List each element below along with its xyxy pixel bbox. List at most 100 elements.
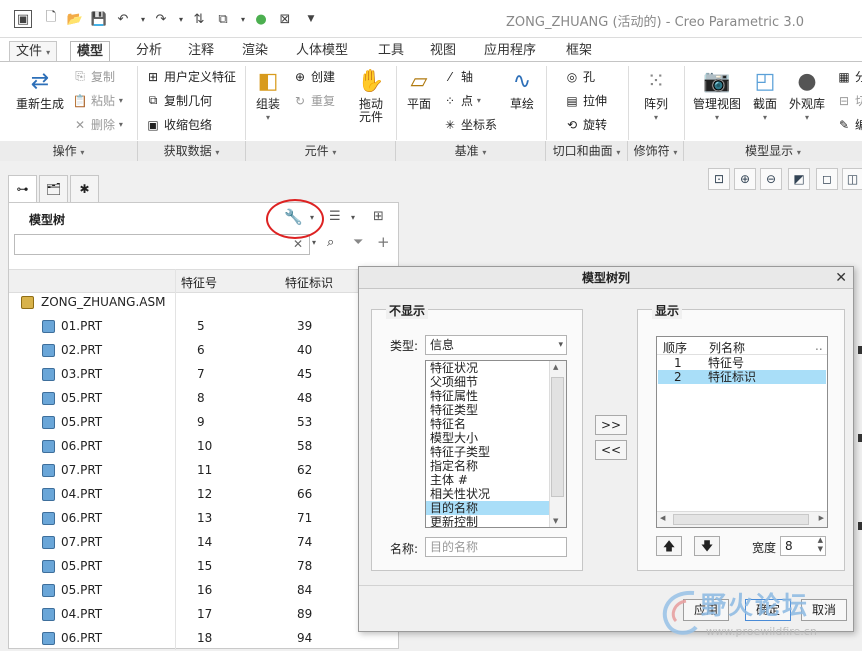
folder-browser-tab-icon[interactable]: 🗂 xyxy=(39,175,68,203)
plane-button[interactable]: ▱ 平面 xyxy=(402,66,436,111)
udf-button[interactable]: ⊞ 用户定义特征 xyxy=(145,68,236,85)
tree-row[interactable]: 04.PRT 17 89 xyxy=(9,603,400,627)
tree-row[interactable]: 06.PRT 18 94 xyxy=(9,627,400,651)
move-down-button[interactable]: 🡇 xyxy=(694,536,720,556)
group-operations[interactable]: 操作 ▾ xyxy=(0,141,138,161)
col-feature-number[interactable]: 特征号 xyxy=(181,274,217,291)
tab-framework[interactable]: 框架 xyxy=(560,41,598,62)
available-column-item[interactable]: 更新控制 xyxy=(426,515,566,527)
tree-row[interactable]: 01.PRT 5 39 xyxy=(9,315,400,339)
manage-views-button[interactable]: 📷 管理视图 ▾ xyxy=(690,66,744,124)
filter-funnel-icon[interactable]: ⏷ xyxy=(353,235,363,250)
available-column-item[interactable]: 父项细节 xyxy=(426,375,566,389)
search-dropdown-icon[interactable]: ▾ xyxy=(312,238,316,247)
create-button[interactable]: ⊕ 创建 xyxy=(292,68,335,85)
remove-column-button[interactable]: << xyxy=(595,440,627,460)
tab-tools[interactable]: 工具 xyxy=(372,41,410,62)
group-datum[interactable]: 基准 ▾ xyxy=(396,141,546,161)
axis-button[interactable]: ⁄ 轴 xyxy=(442,68,473,85)
col-feature-id[interactable]: 特征标识 xyxy=(285,274,333,291)
available-column-item[interactable]: 主体 # xyxy=(426,473,566,487)
column-name-input[interactable]: 目的名称 xyxy=(425,537,567,557)
find-binoculars-icon[interactable]: ⌕ xyxy=(327,235,334,250)
coordinate-system-button[interactable]: ✳ 坐标系 xyxy=(442,116,497,133)
tree-row[interactable]: 07.PRT 14 74 xyxy=(9,531,400,555)
tab-analysis[interactable]: 分析 xyxy=(130,41,168,62)
col-name-header[interactable]: 列名称 xyxy=(709,339,745,356)
col-order-header[interactable]: 顺序 xyxy=(663,339,687,356)
show-dropdown-icon[interactable]: ▾ xyxy=(351,213,355,222)
appearance-gallery-button[interactable]: ● 外观库 ▾ xyxy=(786,66,828,124)
tab-annotate[interactable]: 注释 xyxy=(182,41,220,62)
tree-row[interactable]: 04.PRT 12 66 xyxy=(9,483,400,507)
app-icon[interactable]: ▣ xyxy=(14,10,32,28)
displayed-columns-list[interactable]: 顺序 列名称 .. 1 特征号 2 特征标识 ◀ ▶ xyxy=(656,336,828,528)
available-column-item[interactable]: 特征状况 xyxy=(426,361,566,375)
tree-row[interactable]: 07.PRT 11 62 xyxy=(9,459,400,483)
save-icon[interactable]: 💾 xyxy=(90,10,108,28)
scroll-left-icon[interactable]: ◀ xyxy=(660,514,665,522)
close-window-icon[interactable]: ⊠ xyxy=(276,10,294,28)
group-model-display[interactable]: 模型显示 ▾ xyxy=(684,141,862,161)
available-column-item[interactable]: 模型大小 xyxy=(426,431,566,445)
add-column-button[interactable]: >> xyxy=(595,415,627,435)
tab-model[interactable]: 模型 xyxy=(70,41,111,62)
displayed-column-row[interactable]: 1 特征号 xyxy=(658,356,826,370)
windows-icon[interactable]: ⧉ xyxy=(214,10,232,28)
section-button[interactable]: ◰ 截面 ▾ xyxy=(748,66,782,124)
extrude-button[interactable]: ▤ 拉伸 xyxy=(564,92,607,109)
display-style-button[interactable]: ▦ 分 xyxy=(836,68,862,85)
customize-qa-icon[interactable]: ▼ xyxy=(302,10,320,28)
sketch-button[interactable]: ∿ 草绘 xyxy=(504,66,540,111)
tab-applications[interactable]: 应用程序 xyxy=(478,41,542,62)
available-column-item[interactable]: 特征名 xyxy=(426,417,566,431)
displayed-column-row[interactable]: 2 特征标识 xyxy=(658,370,826,384)
list-scrollbar[interactable]: ▲ ▼ xyxy=(549,361,566,527)
windows-dropdown-icon[interactable]: ▾ xyxy=(234,10,252,28)
scroll-thumb[interactable] xyxy=(551,377,564,497)
hole-button[interactable]: ◎ 孔 xyxy=(564,68,595,85)
tree-row[interactable]: 05.PRT 9 53 xyxy=(9,411,400,435)
tree-root-row[interactable]: ZONG_ZHUANG.ASM xyxy=(9,291,400,315)
show-list-icon[interactable]: ☰ xyxy=(329,209,341,224)
available-column-item[interactable]: 特征属性 xyxy=(426,389,566,403)
tree-row[interactable]: 06.PRT 10 58 xyxy=(9,435,400,459)
width-stepper[interactable]: 8 ▲ ▼ xyxy=(780,536,826,556)
saved-orientations-icon[interactable]: ◫ xyxy=(842,168,862,190)
tree-row[interactable]: 06.PRT 13 71 xyxy=(9,507,400,531)
add-icon[interactable]: + xyxy=(377,233,390,251)
tab-manikin[interactable]: 人体模型 xyxy=(290,41,354,62)
redo-icon[interactable]: ↷ xyxy=(152,10,170,28)
type-select[interactable]: 信息 ▾ xyxy=(425,335,567,355)
favorites-tab-icon[interactable]: ✱ xyxy=(70,175,99,203)
group-modifiers[interactable]: 修饰符 ▾ xyxy=(628,141,684,161)
undo-dropdown-icon[interactable]: ▾ xyxy=(134,10,152,28)
drag-components-button[interactable]: ✋ 拖动 元件 xyxy=(352,66,390,124)
h-scroll-thumb[interactable] xyxy=(673,514,809,525)
paste-button[interactable]: 📋 粘贴 ▾ xyxy=(72,92,123,109)
available-column-item[interactable]: 特征子类型 xyxy=(426,445,566,459)
repeat-button[interactable]: ↻ 重复 xyxy=(292,92,335,109)
scroll-right-icon[interactable]: ▶ xyxy=(819,514,824,522)
stepper-arrows-icon[interactable]: ▲ ▼ xyxy=(818,536,823,554)
zoom-in-icon[interactable]: ⊕ xyxy=(734,168,756,190)
revolve-button[interactable]: ⟲ 旋转 xyxy=(564,116,607,133)
shrinkwrap-button[interactable]: ▣ 收缩包络 xyxy=(145,116,212,133)
model-tree-tab-icon[interactable]: ⊶ xyxy=(8,175,37,203)
available-column-item[interactable]: 指定名称 xyxy=(426,459,566,473)
group-cuts-surfaces[interactable]: 切口和曲面 ▾ xyxy=(546,141,628,161)
regenerate-small-icon[interactable]: ⇅ xyxy=(190,10,208,28)
tree-row[interactable]: 03.PRT 7 45 xyxy=(9,363,400,387)
assemble-button[interactable]: ◧ 组装 ▾ xyxy=(250,66,286,124)
move-up-button[interactable]: 🡅 xyxy=(656,536,682,556)
redo-dropdown-icon[interactable]: ▾ xyxy=(172,10,190,28)
repaint-icon[interactable]: ◩ xyxy=(788,168,810,190)
group-component[interactable]: 元件 ▾ xyxy=(246,141,396,161)
pattern-button[interactable]: ⁙ 阵列 ▾ xyxy=(638,66,674,124)
tab-file[interactable]: 文件 ▾ xyxy=(9,41,58,62)
display-style-icon[interactable]: ◻ xyxy=(816,168,838,190)
available-column-item[interactable]: 相关性状况 xyxy=(426,487,566,501)
copy-geometry-button[interactable]: ⧉ 复制几何 xyxy=(145,92,212,109)
delete-button[interactable]: ✕ 删除 ▾ xyxy=(72,116,123,133)
tab-view[interactable]: 视图 xyxy=(424,41,462,62)
